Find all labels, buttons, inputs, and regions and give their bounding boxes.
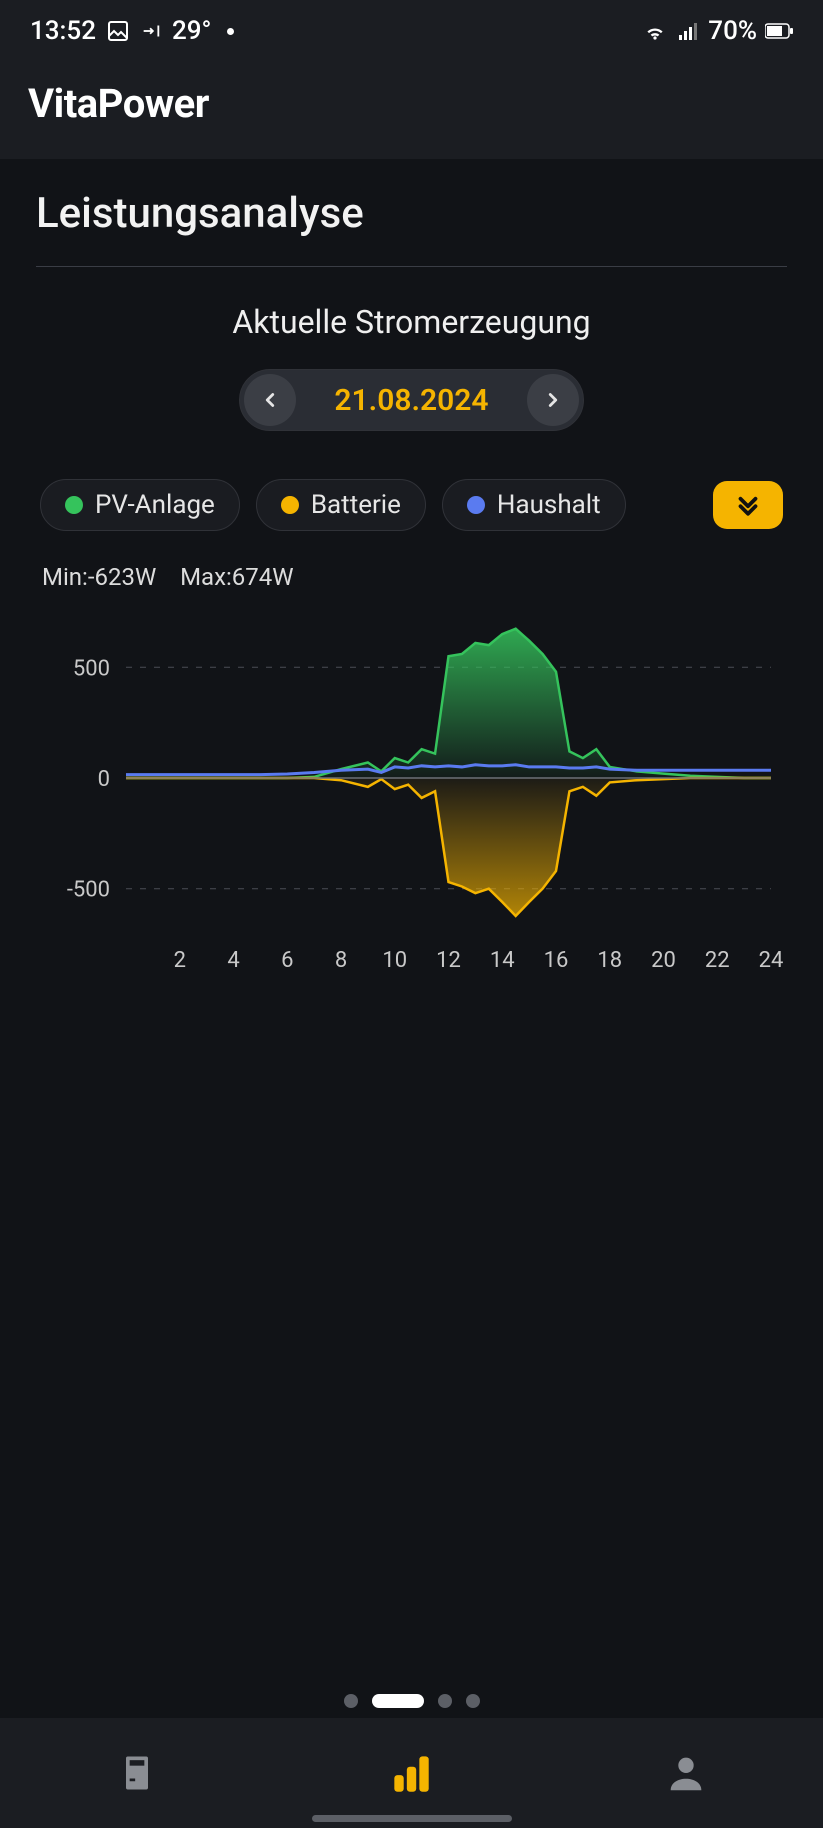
date-next-button[interactable] xyxy=(527,374,579,426)
image-icon xyxy=(106,19,130,43)
legend-battery[interactable]: Batterie xyxy=(256,479,426,531)
svg-text:500: 500 xyxy=(73,656,110,681)
legend-household-label: Haushalt xyxy=(497,490,601,520)
svg-text:2: 2 xyxy=(174,948,186,973)
status-dot xyxy=(227,28,234,35)
divider xyxy=(36,266,787,267)
stats-min-value: -623W xyxy=(88,563,156,591)
stats-min-label: Min: xyxy=(42,563,88,591)
svg-text:18: 18 xyxy=(597,948,622,973)
status-time: 13:52 xyxy=(30,16,96,46)
nav-device[interactable] xyxy=(97,1743,177,1803)
expand-legend-button[interactable] xyxy=(713,481,783,529)
legend-battery-label: Batterie xyxy=(311,490,401,520)
svg-text:12: 12 xyxy=(436,948,461,973)
chevron-left-icon xyxy=(259,389,281,411)
battery-icon xyxy=(765,23,793,39)
date-picker: 21.08.2024 xyxy=(239,369,583,431)
stats-max-value: 674W xyxy=(232,563,294,591)
legend-row: PV-Anlage Batterie Haushalt xyxy=(36,479,787,531)
date-prev-button[interactable] xyxy=(244,374,296,426)
svg-text:6: 6 xyxy=(281,948,293,973)
legend-pv[interactable]: PV-Anlage xyxy=(40,479,240,531)
svg-text:16: 16 xyxy=(544,948,569,973)
status-temperature: 29° xyxy=(172,16,212,46)
legend-pv-label: PV-Anlage xyxy=(95,490,215,520)
legend-household[interactable]: Haushalt xyxy=(442,479,626,531)
page-dot[interactable] xyxy=(344,1694,358,1708)
double-chevron-down-icon xyxy=(733,490,763,520)
bar-chart-icon xyxy=(386,1748,436,1798)
svg-text:22: 22 xyxy=(705,948,730,973)
stats-max-label: Max: xyxy=(180,563,232,591)
signal-icon xyxy=(676,19,700,43)
dot-yellow-icon xyxy=(281,496,299,514)
content: Leistungsanalyse Aktuelle Stromerzeugung… xyxy=(0,159,823,979)
page-dot[interactable] xyxy=(438,1694,452,1708)
svg-text:-500: -500 xyxy=(67,878,110,903)
page-dot-active[interactable] xyxy=(372,1694,424,1708)
svg-text:20: 20 xyxy=(651,948,676,973)
section-subtitle: Aktuelle Stromerzeugung xyxy=(36,303,787,341)
stats-line: Min:-623W Max:674W xyxy=(36,563,787,591)
nav-stats-active[interactable] xyxy=(371,1743,451,1803)
chevron-right-icon xyxy=(542,389,564,411)
svg-text:24: 24 xyxy=(759,948,784,973)
svg-text:4: 4 xyxy=(227,948,239,973)
svg-text:8: 8 xyxy=(335,948,347,973)
status-right: 70% xyxy=(642,16,793,46)
page-title: Leistungsanalyse xyxy=(36,189,787,238)
status-battery-pct: 70% xyxy=(708,16,757,46)
svg-text:14: 14 xyxy=(490,948,515,973)
dot-green-icon xyxy=(65,496,83,514)
android-status-bar: 13:52 29° 70% xyxy=(0,0,823,62)
app-header: VitaPower xyxy=(0,62,823,159)
dot-blue-icon xyxy=(467,496,485,514)
wifi-icon xyxy=(642,18,668,44)
status-left: 13:52 29° xyxy=(30,16,234,46)
svg-text:10: 10 xyxy=(382,948,407,973)
bottom-nav xyxy=(0,1718,823,1828)
chart: -500050024681012141618202224 xyxy=(36,605,787,979)
arrow-temp-icon xyxy=(140,20,162,42)
user-icon xyxy=(663,1750,709,1796)
chart-svg: -500050024681012141618202224 xyxy=(36,605,786,975)
android-home-handle[interactable] xyxy=(312,1815,512,1822)
device-icon xyxy=(115,1751,159,1795)
app-title: VitaPower xyxy=(28,80,795,127)
svg-text:0: 0 xyxy=(98,767,110,792)
date-value: 21.08.2024 xyxy=(296,383,526,418)
page-dot[interactable] xyxy=(466,1694,480,1708)
page-indicator xyxy=(0,1694,823,1708)
nav-profile[interactable] xyxy=(646,1743,726,1803)
